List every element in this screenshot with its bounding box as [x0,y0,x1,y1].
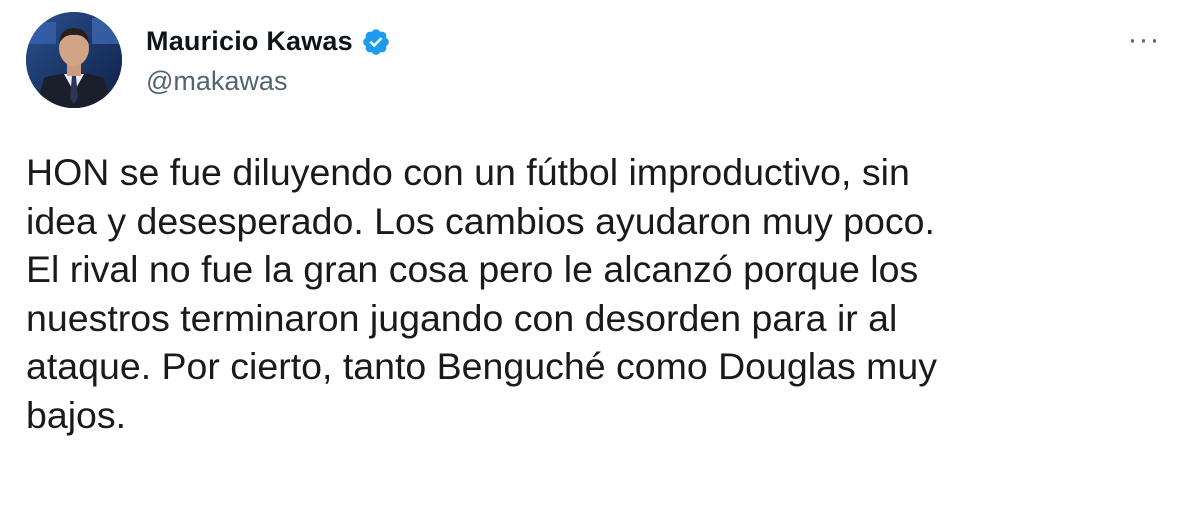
author-display-name[interactable]: Mauricio Kawas [146,26,353,57]
more-options-icon[interactable]: ··· [1122,22,1166,58]
avatar[interactable] [26,12,122,108]
verified-badge-icon [361,27,391,57]
tweet-card: Mauricio Kawas @makawas ··· HON se fue d… [0,0,1200,514]
tweet-text: HON se fue diluyendo con un fútbol impro… [26,151,937,436]
author-handle[interactable]: @makawas [146,66,287,97]
author-name-row: Mauricio Kawas [146,26,391,57]
profile-photo-icon [26,12,122,108]
